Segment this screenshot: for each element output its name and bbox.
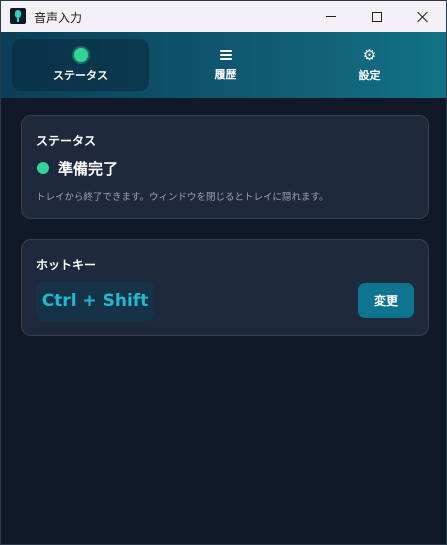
tab-settings[interactable]: ⚙ 設定: [301, 39, 438, 91]
minimize-icon: [326, 16, 336, 17]
status-card-title: ステータス: [36, 134, 97, 148]
maximize-button[interactable]: [354, 1, 400, 32]
app-window: 音声入力 ステータス 履歴 ⚙ 設定 ステータス 準備完了 トレイから終了できま…: [0, 0, 447, 545]
close-icon: [417, 11, 429, 23]
tab-status-label: ステータス: [53, 68, 108, 82]
gear-icon: ⚙: [362, 45, 377, 64]
window-title: 音声入力: [34, 11, 83, 25]
tab-history-label: 履歴: [214, 67, 237, 81]
tab-status[interactable]: ステータス: [12, 39, 149, 91]
tab-settings-label: 設定: [358, 68, 381, 82]
status-hint: トレイから終了できます。ウィンドウを閉じるとトレイに隠れます。: [36, 192, 329, 203]
status-card: ステータス 準備完了 トレイから終了できます。ウィンドウを閉じるとトレイに隠れま…: [21, 115, 429, 219]
menu-icon: [219, 49, 232, 61]
change-hotkey-button[interactable]: 変更: [358, 283, 414, 318]
tab-history[interactable]: 履歴: [157, 39, 294, 91]
ready-indicator-icon: [37, 162, 49, 174]
maximize-icon: [372, 11, 382, 22]
hotkey-card-title: ホットキー: [36, 258, 97, 272]
status-state: 準備完了: [58, 160, 119, 178]
minimize-button[interactable]: [308, 1, 354, 32]
microphone-app-icon: [10, 8, 26, 24]
status-dot-icon: [73, 47, 88, 62]
close-button[interactable]: [400, 1, 446, 32]
hotkey-value: Ctrl + Shift: [36, 281, 154, 321]
hotkey-card: ホットキー Ctrl + Shift 変更: [21, 239, 429, 336]
title-bar[interactable]: 音声入力: [1, 1, 446, 32]
nav-bar: ステータス 履歴 ⚙ 設定: [1, 32, 446, 98]
